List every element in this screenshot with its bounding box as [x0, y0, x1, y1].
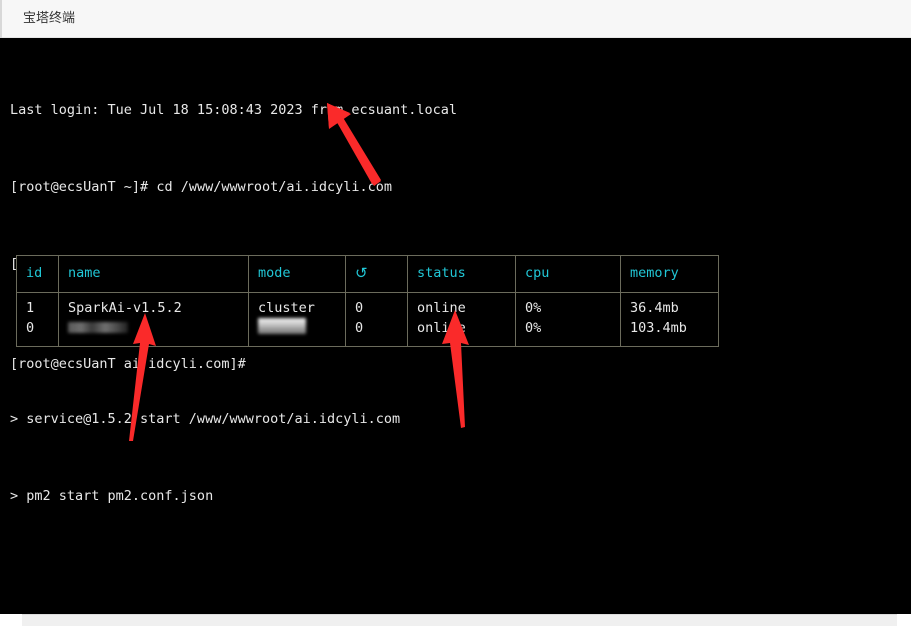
column-header-name: name	[58, 255, 249, 293]
cell-cpu: 0%	[515, 292, 621, 319]
redaction-block-name	[68, 322, 128, 334]
terminal-line-npm-header: > service@1.5.2 start /www/wwwroot/ai.id…	[10, 410, 911, 429]
window-titlebar: 宝塔终端	[0, 0, 911, 38]
column-header-id: id	[16, 255, 59, 293]
cell-id: 1	[16, 292, 59, 319]
column-header-cpu: cpu	[515, 255, 621, 293]
cell-restart-count: 0	[345, 318, 408, 347]
redaction-block-mode	[258, 318, 306, 335]
command-cd: cd /www/wwwroot/ai.idcyli.com	[156, 179, 393, 196]
table-row: 0 0 online 0% 103.4mb	[16, 318, 719, 347]
titlebar-left-edge	[0, 0, 2, 38]
clipped-bottom-row	[22, 614, 897, 626]
terminal-line-npm-body: > pm2 start pm2.conf.json	[10, 487, 911, 506]
cell-mode-redacted	[248, 318, 346, 347]
terminal-line-cd: [root@ecsUanT ~]# cd /www/wwwroot/ai.idc…	[10, 178, 911, 197]
npm-script-body-text: > pm2 start pm2.conf.json	[10, 487, 214, 504]
npm-script-header-text: > service@1.5.2 start /www/wwwroot/ai.id…	[10, 410, 401, 427]
cell-name: SparkAi-v1.5.2	[58, 292, 249, 319]
cell-mode: cluster	[248, 292, 346, 319]
column-header-memory: memory	[620, 255, 719, 293]
cell-cpu: 0%	[515, 318, 621, 347]
terminal-final-prompt[interactable]: [root@ecsUanT ai.idcyli.com]#	[10, 355, 246, 374]
cell-id: 0	[16, 318, 59, 347]
cell-status: online	[407, 292, 516, 319]
table-row: 1 SparkAi-v1.5.2 cluster 0 online 0% 36.…	[16, 292, 719, 319]
terminal-line-last-login: Last login: Tue Jul 18 15:08:43 2023 fro…	[10, 101, 911, 120]
column-header-status: status	[407, 255, 516, 293]
column-header-mode: mode	[248, 255, 346, 293]
pm2-process-table: id name mode ↺ status cpu memory 1 Spark…	[16, 255, 719, 347]
restart-icon: ↺	[355, 263, 368, 282]
window-title: 宝塔终端	[23, 11, 76, 26]
terminal-blank-2	[10, 564, 911, 583]
cell-restart-count: 0	[345, 292, 408, 319]
cell-memory: 103.4mb	[620, 318, 719, 347]
cell-name-redacted	[58, 318, 249, 347]
cell-status: online	[407, 318, 516, 347]
terminal-output-area[interactable]: Last login: Tue Jul 18 15:08:43 2023 fro…	[0, 38, 911, 614]
last-login-text: Last login: Tue Jul 18 15:08:43 2023 fro…	[10, 101, 458, 118]
prompt-cd: [root@ecsUanT ~]#	[10, 179, 157, 196]
baota-terminal-window: 宝塔终端 Last login: Tue Jul 18 15:08:43 202…	[0, 0, 911, 626]
table-header-row: id name mode ↺ status cpu memory	[16, 255, 719, 293]
column-header-restart: ↺	[345, 255, 408, 293]
cell-memory: 36.4mb	[620, 292, 719, 319]
clipped-bottom-strip	[0, 614, 911, 626]
